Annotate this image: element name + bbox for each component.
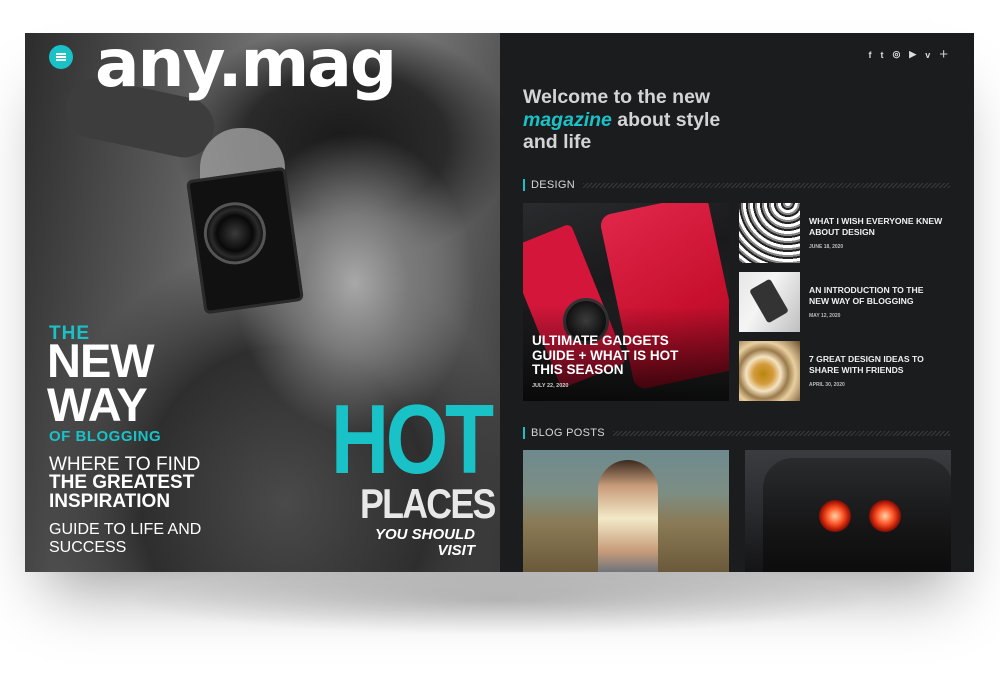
- post-title[interactable]: AN INTRODUCTION TO THE NEW WAY OF BLOGGI…: [809, 285, 944, 307]
- hamburger-icon: [56, 56, 66, 58]
- car-photo: [763, 458, 951, 572]
- hero-line2-rest: about style: [611, 108, 721, 131]
- section-marker: [523, 179, 525, 191]
- section-design-label[interactable]: DESIGN: [531, 179, 575, 191]
- social-links: f t ◎ ▶ v +: [868, 46, 948, 63]
- notebook-image: [749, 278, 789, 324]
- instagram-icon[interactable]: ◎: [892, 49, 900, 60]
- cover-of-blogging: OF BLOGGING: [49, 428, 162, 445]
- post-date: MAY 12, 2020: [809, 313, 841, 319]
- hero-line1: Welcome to the new: [523, 86, 711, 108]
- cover-hot: HOT: [331, 384, 494, 494]
- site-logo[interactable]: any.mag: [95, 33, 397, 97]
- woman-photo: [598, 460, 658, 572]
- cover-visit: VISIT: [437, 542, 475, 559]
- facebook-icon[interactable]: f: [868, 50, 871, 60]
- cover-places: PLACES: [360, 480, 496, 527]
- magazine-cover: any.mag THE NEW WAY OF BLOGGING WHERE TO…: [25, 33, 500, 572]
- section-divider: [582, 182, 950, 188]
- taillight-right: [869, 500, 901, 532]
- taillight-left: [819, 500, 851, 532]
- hero-accent: magazine: [523, 108, 612, 131]
- post-item-2[interactable]: AN INTRODUCTION TO THE NEW WAY OF BLOGGI…: [739, 272, 949, 332]
- post-item-1[interactable]: WHAT I WISH EVERYONE KNEW ABOUT DESIGN J…: [739, 203, 949, 263]
- featured-title[interactable]: ULTIMATE GADGETS GUIDE + WHAT IS HOT THI…: [532, 333, 702, 378]
- menu-button[interactable]: [49, 45, 73, 69]
- featured-post[interactable]: ULTIMATE GADGETS GUIDE + WHAT IS HOT THI…: [523, 203, 729, 401]
- post-item-3[interactable]: 7 GREAT DESIGN IDEAS TO SHARE WITH FRIEN…: [739, 341, 949, 401]
- cover-new: NEW: [47, 334, 155, 387]
- blog-post-image-1[interactable]: [523, 450, 729, 572]
- hero-line3: and life: [523, 131, 592, 153]
- cover-greatest-inspiration: THE GREATEST INSPIRATION: [49, 472, 195, 512]
- post-date: APRIL 30, 2020: [809, 382, 845, 388]
- plus-icon[interactable]: +: [939, 46, 948, 63]
- youtube-icon[interactable]: ▶: [909, 49, 916, 60]
- section-marker: [523, 427, 525, 439]
- frame-shadow: [120, 565, 880, 635]
- cover-you-should: YOU SHOULD: [374, 526, 475, 543]
- post-date: JUNE 18, 2020: [809, 244, 844, 250]
- vimeo-icon[interactable]: v: [925, 50, 930, 60]
- post-thumbnail[interactable]: [739, 341, 800, 401]
- website-panel: f t ◎ ▶ v + Welcome to the new magazine …: [500, 33, 974, 572]
- post-thumbnail[interactable]: [739, 203, 800, 263]
- section-blog-posts: BLOG POSTS: [523, 427, 950, 439]
- post-thumbnail[interactable]: [739, 272, 800, 332]
- hero-headline: Welcome to the new magazine about style …: [523, 86, 783, 154]
- featured-date: JULY 22, 2020: [532, 383, 569, 389]
- camera-lens: [199, 198, 270, 269]
- section-blog-label[interactable]: BLOG POSTS: [531, 427, 605, 439]
- magazine-mockup: any.mag THE NEW WAY OF BLOGGING WHERE TO…: [25, 33, 974, 572]
- cover-way: WAY: [47, 378, 148, 431]
- post-title[interactable]: 7 GREAT DESIGN IDEAS TO SHARE WITH FRIEN…: [809, 354, 944, 376]
- post-title[interactable]: WHAT I WISH EVERYONE KNEW ABOUT DESIGN: [809, 216, 944, 238]
- section-design: DESIGN: [523, 179, 950, 191]
- cover-guide: GUIDE TO LIFE AND SUCCESS: [49, 521, 202, 556]
- camera-image: [186, 166, 304, 315]
- section-divider: [612, 430, 950, 436]
- blog-post-image-2[interactable]: [745, 450, 951, 572]
- twitter-icon[interactable]: t: [880, 50, 883, 60]
